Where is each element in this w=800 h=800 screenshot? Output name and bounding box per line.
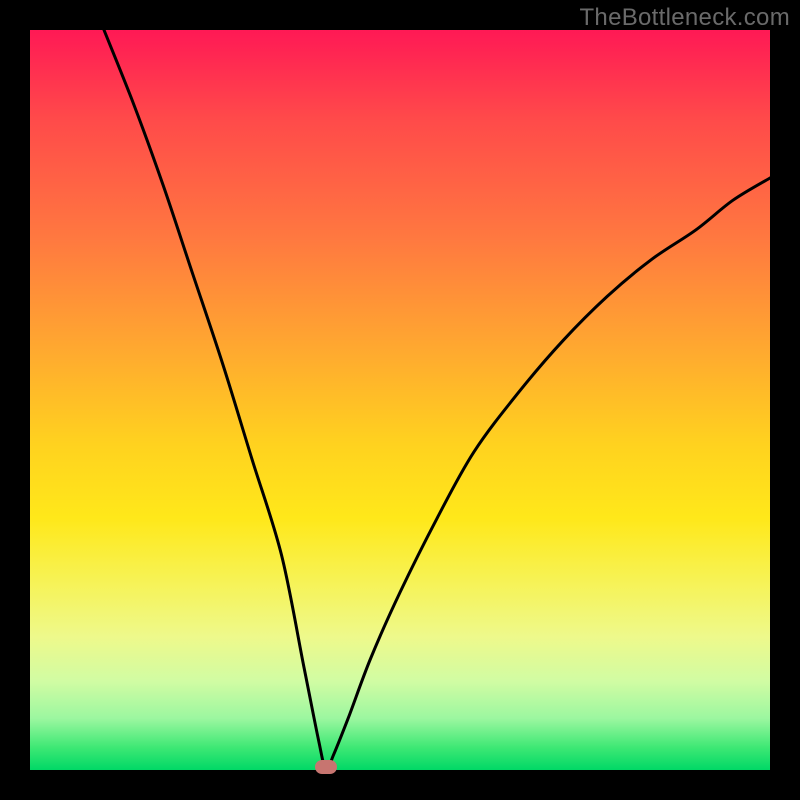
optimal-point-marker — [315, 760, 337, 774]
plot-area — [30, 30, 770, 770]
chart-frame: TheBottleneck.com — [0, 0, 800, 800]
watermark-text: TheBottleneck.com — [579, 4, 790, 32]
bottleneck-curve — [30, 30, 770, 770]
